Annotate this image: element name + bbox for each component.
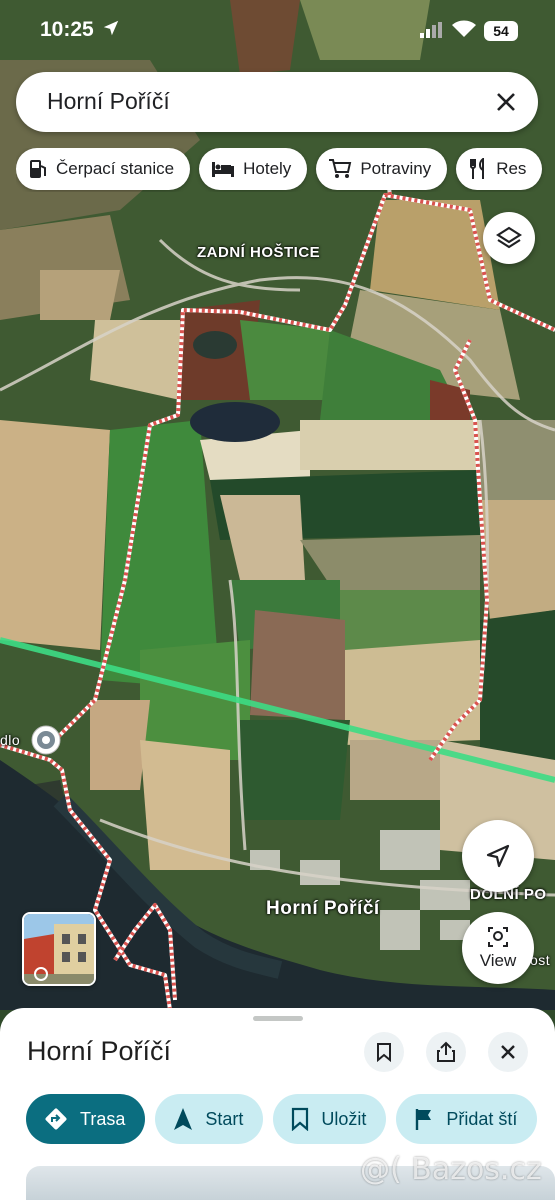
bed-icon: [212, 162, 235, 177]
share-icon: [437, 1041, 455, 1062]
chip-hotels[interactable]: Hotely: [199, 148, 308, 190]
map-label-zadni-hostice: ZADNÍ HOŠTICE: [197, 244, 321, 261]
layers-button[interactable]: [483, 212, 535, 264]
bazos-watermark: @( Bazos.cz: [360, 1152, 542, 1187]
chip-label: Res: [496, 159, 527, 178]
status-time: 10:25: [40, 18, 94, 41]
layers-icon: [496, 226, 522, 249]
chip-label: Čerpací stanice: [56, 159, 175, 178]
directions-button[interactable]: Trasa: [26, 1094, 146, 1144]
close-sheet-button[interactable]: [488, 1032, 528, 1072]
place-title: Horní Poříčí: [27, 1036, 172, 1066]
chip-label: Hotely: [243, 159, 292, 178]
gas-station-icon: [30, 160, 46, 178]
cellular-signal-icon: [420, 22, 442, 38]
search-query[interactable]: Horní Poříčí: [47, 88, 170, 115]
share-button[interactable]: [426, 1032, 466, 1072]
sheet-drag-handle[interactable]: [253, 1016, 303, 1021]
save-button[interactable]: Uložit: [273, 1094, 387, 1144]
action-label: Trasa: [80, 1108, 126, 1129]
navigation-arrow-icon: [486, 844, 510, 868]
street-view-button[interactable]: View: [462, 912, 534, 984]
search-bar[interactable]: Horní Poříčí: [16, 72, 538, 132]
close-icon[interactable]: [494, 90, 518, 114]
bookmark-icon: [377, 1043, 391, 1062]
map-label-left-cut: dlo: [0, 732, 21, 748]
location-arrow-icon: [103, 20, 119, 36]
house-photo: [24, 914, 94, 984]
action-label: Uložit: [321, 1108, 367, 1129]
battery-indicator: 54: [484, 21, 518, 41]
action-label: Start: [205, 1108, 244, 1129]
bookmark-icon: [292, 1107, 309, 1131]
chip-restaurants[interactable]: Res: [456, 148, 543, 190]
add-stop-button[interactable]: Přidat ští: [396, 1094, 538, 1144]
restaurant-icon: [470, 158, 485, 179]
flag-icon: [416, 1109, 432, 1130]
chip-label: Potraviny: [360, 159, 432, 178]
map-label-horni-porici: Horní Poříčí: [266, 898, 380, 919]
chip-gas-stations[interactable]: Čerpací stanice: [16, 148, 191, 190]
wifi-icon: [452, 20, 476, 37]
status-bar: 10:25 54: [0, 0, 555, 60]
start-button[interactable]: Start: [155, 1094, 264, 1144]
category-chips: Čerpací stanice Hotely Potraviny Res: [16, 148, 555, 192]
place-actions: Trasa Start Uložit Přidat ští: [26, 1094, 555, 1146]
street-view-thumbnail[interactable]: [22, 912, 96, 986]
navigation-arrow-icon: [174, 1108, 193, 1130]
chip-groceries[interactable]: Potraviny: [316, 148, 448, 190]
cart-icon: [329, 159, 352, 178]
my-location-button[interactable]: [462, 820, 534, 892]
view-label: View: [479, 951, 517, 970]
directions-icon: [45, 1108, 67, 1130]
street-view-icon: [488, 927, 508, 947]
save-bookmark-button[interactable]: [364, 1032, 404, 1072]
close-icon: [501, 1045, 515, 1059]
action-label: Přidat ští: [446, 1108, 518, 1129]
